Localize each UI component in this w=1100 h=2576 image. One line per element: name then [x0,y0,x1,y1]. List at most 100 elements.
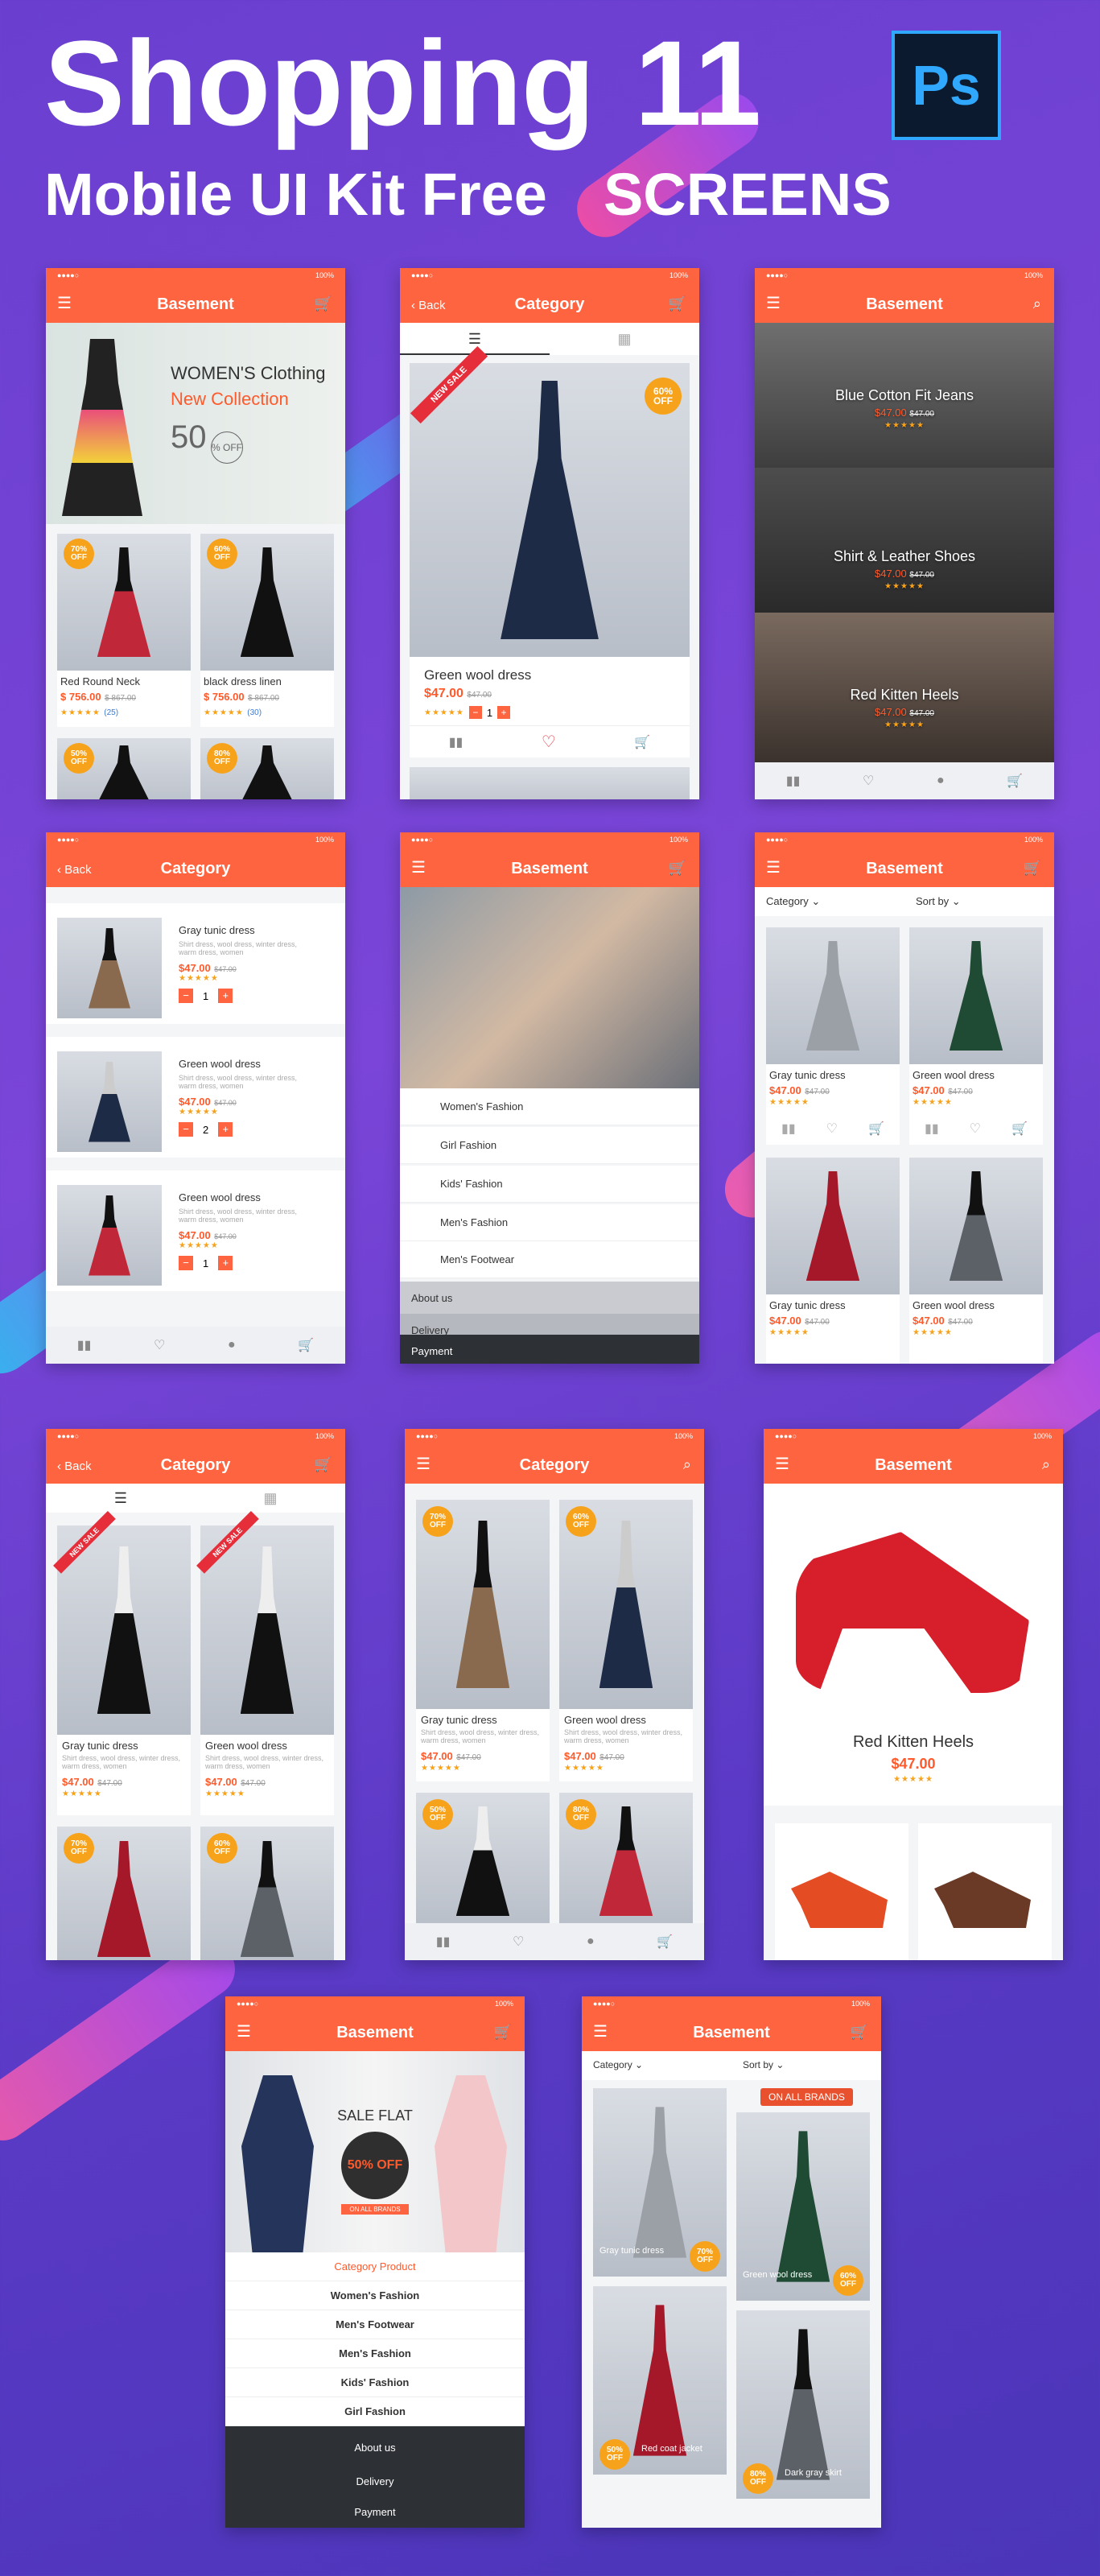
product-card[interactable]: 60% OFF black dress linen $ 756.00 $ 867… [200,534,334,727]
app-bar: ●●●●○ 100% ‹ Back Category 🛒 [46,1429,345,1484]
cart-icon[interactable]: 🛒 [669,860,686,877]
qty-increase-button[interactable]: + [218,1122,233,1137]
payment-link[interactable]: Payment [400,1335,699,1364]
category-tile[interactable]: Blue Cotton Fit Jeans $47.00 $47.00 ★★★★… [755,323,1054,468]
screen-title: Basement [336,2024,414,2041]
tab-cart[interactable]: 🛒 [1007,773,1023,789]
tab-stats[interactable]: ▮▮ [436,1934,451,1950]
grid-view-icon[interactable]: ▦ [196,1484,345,1513]
menu-item[interactable]: Men's Fashion [225,2339,525,2368]
tab-cart[interactable]: 🛒 [298,1337,314,1353]
product-card[interactable]: Green wool dress $47.00 $47.00 ★★★★★ ▮▮ ♡… [909,927,1043,1145]
cart-icon[interactable]: 🛒 [1024,860,1041,877]
banner[interactable]: WOMEN'S Clothing New Collection 50 % OFF [46,323,345,524]
product-card[interactable]: NEW SALE Gray tunic dress Shirt dress, w… [53,1511,191,1815]
tab-favorites[interactable]: ♡ [513,1934,524,1950]
qty-decrease-button[interactable]: − [179,1256,193,1270]
cart-icon[interactable]: 🛒 [634,734,650,750]
stats-icon[interactable]: ▮▮ [449,734,463,750]
search-icon[interactable]: ⌕ [683,1456,691,1473]
screen-title: Basement [157,295,234,313]
product-card[interactable]: Dark gray skirt 80% OFF [736,2310,870,2499]
product-card[interactable]: Gray tunic dress 70% OFF [593,2088,727,2277]
product-card[interactable]: 80% OFF [200,738,334,799]
product-card[interactable]: Red coat jacket 50% OFF [593,2286,727,2475]
menu-item[interactable]: Girl Fashion [400,1127,699,1164]
product-card[interactable]: NEW SALE 60% OFF Green wool dress $47.00… [410,345,690,758]
product-card[interactable]: 60% OFF [200,1827,334,1960]
cart-icon[interactable]: 🛒 [315,1456,332,1473]
category-dropdown[interactable]: Category ⌄ [582,2051,731,2080]
payment-link[interactable]: Payment [225,2496,525,2528]
cart-item[interactable]: Green wool dress Shirt dress, wool dress… [46,1170,345,1291]
product-hero[interactable]: Red Kitten Heels $47.00 ★★★★★ [764,1484,1063,1806]
menu-item[interactable]: Men's Footwear [400,1241,699,1278]
tab-profile[interactable]: ● [587,1934,595,1949]
promo-banner[interactable]: SALE FLAT 50% OFF ON ALL BRANDS [225,2051,525,2252]
about-link[interactable]: About us [400,1282,699,1314]
menu-item[interactable]: Kids' Fashion [400,1166,699,1203]
tab-profile[interactable]: ● [228,1338,236,1352]
product-card[interactable]: 50% OFF [57,738,191,799]
menu-item[interactable]: Girl Fashion [225,2397,525,2426]
discount-badge: 50% OFF [422,1799,453,1830]
qty-increase-button[interactable]: + [497,706,511,719]
category-tile[interactable]: Shirt & Leather Shoes $47.00 $47.00 ★★★★… [755,468,1054,613]
category-dropdown[interactable]: Category ⌄ [755,887,904,916]
discount-badge: 80% OFF [207,743,237,774]
menu-item[interactable]: Men's Footwear [225,2310,525,2339]
tab-stats[interactable]: ▮▮ [77,1337,92,1353]
product-card[interactable]: Green wool dress $47.00 $47.00 ★★★★★ [909,1158,1043,1364]
cart-icon[interactable]: 🛒 [494,2024,512,2041]
category-tile[interactable]: Red Kitten Heels $47.00 $47.00 ★★★★★ [755,613,1054,762]
product-card[interactable] [775,1823,908,1960]
old-price: $47.00 [467,691,492,700]
qty-decrease-button[interactable]: − [179,1122,193,1137]
qty-value: 1 [203,989,209,1002]
tab-stats[interactable]: ▮▮ [786,773,801,789]
product-card[interactable]: Green wool dress 60% OFF [736,2112,870,2301]
qty-increase-button[interactable]: + [218,989,233,1003]
rating-stars: ★★★★★ [204,708,244,717]
product-card[interactable]: Gray tunic dress $47.00 $47.00 ★★★★★ ▮▮ ♡… [766,927,900,1145]
cart-item[interactable]: Gray tunic dress Shirt dress, wool dress… [46,903,345,1024]
grid-view-icon[interactable]: ▦ [550,323,699,355]
tab-profile[interactable]: ● [937,774,945,788]
product-card[interactable]: 70% OFF [57,1827,191,1960]
search-icon[interactable]: ⌕ [1042,1456,1050,1473]
product-card[interactable]: 60% OFF Green wool dress Shirt dress, wo… [559,1500,693,1781]
tab-favorites[interactable]: ♡ [863,773,874,789]
cart-icon[interactable]: 🛒 [669,295,686,312]
sort-dropdown[interactable]: Sort by ⌄ [731,2051,881,2080]
menu-item[interactable]: Men's Fashion [400,1204,699,1241]
qty-increase-button[interactable]: + [218,1256,233,1270]
tab-favorites[interactable]: ♡ [154,1337,165,1353]
product-price: $ 756.00 [60,691,101,703]
delivery-link[interactable]: Delivery [225,2465,525,2497]
cart-item[interactable]: Green wool dress Shirt dress, wool dress… [46,1037,345,1158]
menu-item[interactable]: Kids' Fashion [225,2368,525,2397]
product-image[interactable] [410,767,690,799]
menu-item[interactable]: Women's Fashion [225,2281,525,2310]
product-card[interactable]: 50% OFF [416,1793,550,1930]
favorite-icon[interactable]: ♡ [542,732,556,752]
product-card[interactable]: 70% OFF Red Round Neck $ 756.00 $ 867.00… [57,534,191,727]
product-name: Green wool dress [424,667,532,683]
product-card[interactable]: NEW SALE Green wool dress Shirt dress, w… [196,1511,334,1815]
product-card[interactable]: Gray tunic dress $47.00 $47.00 ★★★★★ [766,1158,900,1364]
list-view-icon[interactable]: ☰ [46,1484,196,1513]
screen-menu: ●●●●○ 100% ☰ Basement 🛒 Women's Fashion … [400,832,699,1364]
search-icon[interactable]: ⌕ [1033,295,1041,312]
product-card[interactable]: 80% OFF [559,1793,693,1930]
qty-decrease-button[interactable]: − [179,989,193,1003]
product-card[interactable] [918,1823,1052,1960]
about-link[interactable]: About us [225,2431,525,2463]
cart-icon[interactable]: 🛒 [851,2024,868,2041]
app-bar: ●●●●○ 100% ☰ Basement 🛒 [400,832,699,887]
product-card[interactable]: 70% OFF Gray tunic dress Shirt dress, wo… [416,1500,550,1781]
sort-dropdown[interactable]: Sort by ⌄ [904,887,1054,916]
cart-icon[interactable]: 🛒 [315,295,332,312]
menu-item[interactable]: Women's Fashion [400,1088,699,1125]
qty-decrease-button[interactable]: − [468,706,482,719]
tab-cart[interactable]: 🛒 [657,1934,673,1950]
